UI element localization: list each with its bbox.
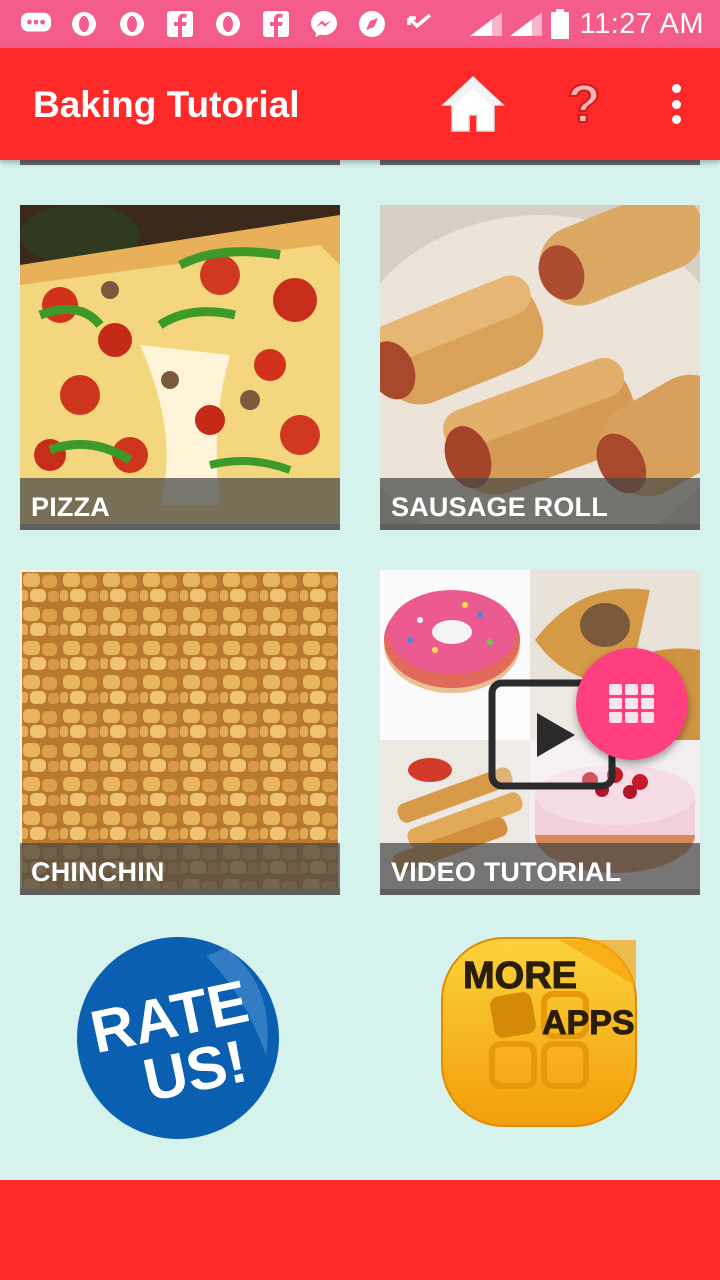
more-apps-button[interactable]: MORE APPS (440, 936, 638, 1128)
status-time: 11:27 AM (579, 8, 704, 40)
tile-shadow-strip (20, 889, 340, 895)
signal-icon (508, 9, 544, 39)
signal-icon (468, 9, 504, 39)
svg-text:?: ? (568, 76, 601, 132)
tile-pizza[interactable]: PIZZA (20, 205, 340, 530)
partial-tile-right[interactable] (380, 160, 700, 165)
menu-dot (671, 115, 681, 124)
help-icon: ? (567, 73, 602, 135)
home-button[interactable] (440, 74, 506, 134)
tile-label: CHINCHIN (20, 843, 340, 895)
message-icon (20, 9, 52, 39)
svg-text:MORE: MORE (463, 955, 577, 997)
facebook-icon (260, 9, 292, 39)
menu-dot (671, 99, 681, 109)
tile-chinchin[interactable]: CHINCHIN (20, 570, 340, 895)
overflow-menu-button[interactable] (660, 84, 692, 124)
tile-label: PIZZA (20, 478, 340, 530)
tile-shadow-strip (380, 889, 700, 895)
app-bar: Baking Tutorial ? (0, 48, 720, 160)
tile-sausage-roll[interactable]: SAUSAGE ROLL (380, 205, 700, 530)
app-title: Baking Tutorial (33, 84, 300, 125)
messenger-icon (308, 9, 340, 39)
grid-menu-fab[interactable] (576, 648, 688, 760)
tile-shadow-strip (20, 524, 340, 530)
help-button[interactable]: ? (560, 73, 608, 135)
more-apps-badge: MORE APPS (441, 937, 637, 1127)
facebook-icon (164, 9, 196, 39)
partial-tile-left[interactable] (20, 160, 340, 165)
battery-icon (548, 9, 572, 39)
tile-shadow-strip (380, 524, 700, 530)
compass-icon (356, 9, 388, 39)
opera-icon (68, 9, 100, 39)
tile-label: SAUSAGE ROLL (380, 478, 700, 530)
rate-us-button[interactable]: RATE US! (76, 936, 280, 1140)
opera-icon (212, 9, 244, 39)
opera-icon (116, 9, 148, 39)
grid-icon (609, 684, 654, 723)
rate-us-badge: RATE US! (77, 937, 279, 1139)
menu-dot (671, 84, 681, 93)
status-bar: 11:27 AM (0, 0, 720, 48)
home-icon (441, 75, 505, 132)
tile-label: VIDEO TUTORIAL (380, 843, 700, 895)
missed-call-icon (404, 9, 436, 39)
svg-text:APPS: APPS (542, 1004, 635, 1042)
bottom-ad-bar (0, 1180, 720, 1280)
